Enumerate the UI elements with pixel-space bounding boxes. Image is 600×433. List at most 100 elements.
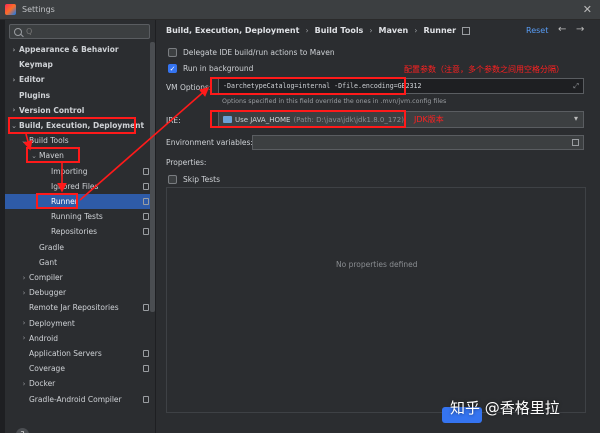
project-scope-icon xyxy=(143,350,149,357)
sidebar-item-label: Application Servers xyxy=(29,349,102,358)
sidebar-item-appearance-behavior[interactable]: › Appearance & Behavior xyxy=(5,42,153,57)
sidebar-item-deployment[interactable]: › Deployment xyxy=(5,316,153,331)
sidebar-item-label: Gradle xyxy=(39,242,64,252)
properties-label: Properties: xyxy=(166,158,207,167)
chevron-right-icon[interactable]: › xyxy=(19,380,29,388)
sidebar-item-application-servers[interactable]: Application Servers xyxy=(5,346,153,361)
delegate-build-label: Delegate IDE build/run actions to Maven xyxy=(183,48,335,57)
sidebar-item-label: Plugins xyxy=(19,90,51,100)
vm-options-hint: Options specified in this field override… xyxy=(222,98,447,105)
project-scope-icon xyxy=(143,182,149,190)
sidebar-item-compiler[interactable]: › Compiler xyxy=(5,270,153,285)
chevron-right-icon[interactable]: › xyxy=(19,289,29,297)
skip-tests-checkbox[interactable] xyxy=(168,175,177,184)
chevron-down-icon[interactable]: ⌄ xyxy=(29,152,39,160)
skip-tests-option[interactable]: Skip Tests xyxy=(168,175,220,184)
properties-empty-text: No properties defined xyxy=(336,260,418,269)
sidebar-item-maven[interactable]: ⌄ Maven xyxy=(5,148,153,163)
sidebar-item-label: Gant xyxy=(39,257,58,267)
sidebar-scrollbar[interactable] xyxy=(150,42,155,312)
chevron-down-icon[interactable]: ⌄ xyxy=(19,137,29,145)
env-variables-label: Environment variables: xyxy=(166,138,253,147)
project-scope-icon xyxy=(462,26,471,35)
sidebar-item-label: Deployment xyxy=(29,318,75,328)
breadcrumb-item[interactable]: Build Tools xyxy=(315,26,364,35)
run-in-background-label: Run in background xyxy=(183,64,254,73)
sidebar-item-label: Build Tools xyxy=(29,136,69,146)
search-icon xyxy=(14,27,22,36)
sidebar-item-running-tests[interactable]: Running Tests xyxy=(5,209,153,224)
help-button[interactable]: ? xyxy=(16,428,29,433)
sidebar-item-ignored-files[interactable]: Ignored Files xyxy=(5,179,153,194)
close-icon[interactable]: ✕ xyxy=(583,3,592,16)
vm-options-field[interactable]: -DarchetypeCatalog=internal -Dfile.encod… xyxy=(218,78,584,94)
sidebar-item-importing[interactable]: Importing xyxy=(5,164,153,179)
breadcrumb-item[interactable]: Maven xyxy=(379,26,409,35)
sidebar-item-label: Android xyxy=(29,333,58,343)
sidebar-item-editor[interactable]: › Editor xyxy=(5,72,153,87)
run-in-background-checkbox[interactable]: ✓ xyxy=(168,64,177,73)
jre-select[interactable]: Use JAVA_HOME (Path: D:\java\jdk\jdk1.8.… xyxy=(218,111,584,128)
search-input[interactable] xyxy=(26,27,146,36)
back-arrow-icon[interactable]: ← xyxy=(558,24,566,35)
sidebar-item-label: Editor xyxy=(19,75,45,85)
sidebar-item-plugins[interactable]: Plugins xyxy=(5,88,153,103)
title-bar: Settings ✕ xyxy=(0,0,600,20)
forward-arrow-icon[interactable]: → xyxy=(576,24,584,35)
properties-table[interactable] xyxy=(166,187,586,413)
vm-options-annotation: 配置参数（注意，多个参数之间用空格分隔） xyxy=(404,65,564,74)
watermark-text: 知乎 @香格里拉 xyxy=(450,399,560,417)
env-variables-field[interactable] xyxy=(252,135,584,150)
sidebar-item-label: Repositories xyxy=(51,227,98,237)
chevron-right-icon[interactable]: › xyxy=(19,334,29,342)
delegate-build-option[interactable]: Delegate IDE build/run actions to Maven xyxy=(168,48,335,57)
expand-icon[interactable]: ⤢ xyxy=(573,82,579,91)
jre-path: (Path: D:\java\jdk\jdk1.8.0_172) xyxy=(293,115,404,124)
browse-icon[interactable] xyxy=(572,139,579,146)
run-in-background-option[interactable]: ✓ Run in background xyxy=(168,64,253,73)
breadcrumb-item[interactable]: Build, Execution, Deployment xyxy=(166,26,299,35)
chevron-right-icon[interactable]: › xyxy=(9,46,19,54)
project-scope-icon xyxy=(143,213,149,221)
sidebar-item-label: Compiler xyxy=(29,273,63,282)
project-scope-icon xyxy=(143,395,149,403)
sidebar-item-gradle[interactable]: Gradle xyxy=(5,240,153,255)
intellij-logo-icon xyxy=(5,4,16,15)
sidebar-item-docker[interactable]: › Docker xyxy=(5,376,153,391)
chevron-down-icon[interactable]: ⌄ xyxy=(9,122,19,130)
jdk-annotation: JDK版本 xyxy=(414,115,444,124)
sidebar-item-label: Docker xyxy=(29,379,56,389)
sidebar-item-label: Running Tests xyxy=(51,212,103,222)
window-title: Settings xyxy=(22,5,55,14)
sidebar-item-label: Build, Execution, Deployment xyxy=(19,121,145,130)
sidebar-item-coverage[interactable]: Coverage xyxy=(5,361,153,376)
jre-label: JRE: xyxy=(166,116,181,125)
sidebar-item-repositories[interactable]: Repositories xyxy=(5,224,153,239)
chevron-right-icon[interactable]: › xyxy=(9,76,19,84)
chevron-right-icon[interactable]: › xyxy=(19,274,29,282)
sidebar-item-label: Coverage xyxy=(29,364,65,374)
sidebar-item-label: Maven xyxy=(39,151,64,161)
sidebar-item-label: Debugger xyxy=(29,288,67,298)
sidebar-item-gradle-android-compiler[interactable]: Gradle-Android Compiler xyxy=(5,392,153,407)
search-box[interactable] xyxy=(9,24,150,39)
sidebar-item-build-tools[interactable]: ⌄ Build Tools xyxy=(5,133,153,148)
project-scope-icon xyxy=(143,198,149,205)
reset-link[interactable]: Reset xyxy=(526,26,548,35)
delegate-build-checkbox[interactable] xyxy=(168,48,177,57)
sidebar-item-label: Importing xyxy=(51,166,88,176)
chevron-right-icon[interactable]: › xyxy=(9,106,19,114)
sidebar-item-version-control[interactable]: › Version Control xyxy=(5,103,153,118)
sidebar-item-android[interactable]: › Android xyxy=(5,331,153,346)
sidebar-item-runner[interactable]: Runner xyxy=(5,194,153,209)
sidebar-item-gant[interactable]: Gant xyxy=(5,255,153,270)
project-scope-icon xyxy=(143,304,149,312)
breadcrumb: Build, Execution, Deployment › Build Too… xyxy=(166,26,471,35)
sidebar-item-remote-jar-repositories[interactable]: Remote Jar Repositories xyxy=(5,300,153,315)
sidebar-item-label: Appearance & Behavior xyxy=(19,45,119,54)
sidebar-item-build-execution-deployment[interactable]: ⌄ Build, Execution, Deployment xyxy=(5,118,153,133)
sidebar-item-keymap[interactable]: Keymap xyxy=(5,57,153,72)
chevron-down-icon[interactable]: ▾ xyxy=(574,114,578,123)
chevron-right-icon[interactable]: › xyxy=(19,319,29,327)
sidebar-item-debugger[interactable]: › Debugger xyxy=(5,285,153,300)
